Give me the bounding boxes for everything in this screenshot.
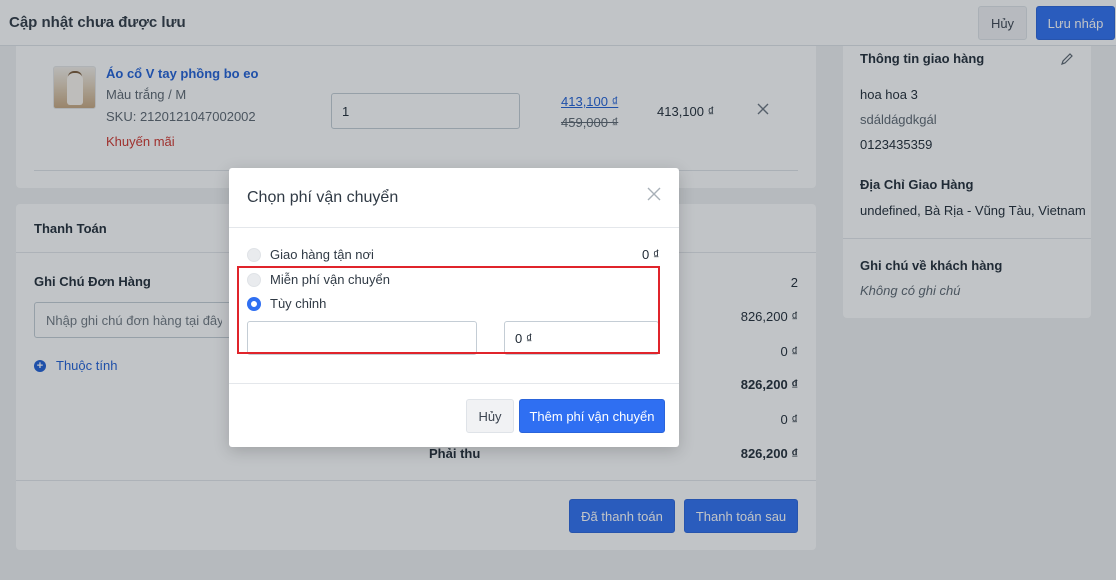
modal-title: Chọn phí vận chuyển [247, 189, 399, 206]
modal-cancel-button[interactable]: Hủy [466, 399, 514, 433]
option-label: Tùy chỉnh [270, 296, 327, 311]
option-label: Miễn phí vận chuyển [270, 272, 390, 287]
divider [229, 227, 679, 228]
custom-fee-name-input[interactable] [247, 321, 477, 355]
add-shipping-fee-button[interactable]: Thêm phí vận chuyển [519, 399, 665, 433]
radio-button-checked[interactable] [247, 296, 261, 311]
divider [229, 383, 679, 384]
option-free-shipping[interactable]: Miễn phí vận chuyển [247, 272, 390, 287]
home-delivery-price: 0 ₫ [642, 247, 660, 262]
custom-fee-value-input[interactable] [504, 321, 659, 355]
radio-button[interactable] [247, 272, 261, 287]
option-label: Giao hàng tận nơi [270, 247, 374, 262]
close-icon[interactable] [646, 186, 662, 202]
shipping-fee-modal: Chọn phí vận chuyển Giao hàng tận nơi 0 … [229, 168, 679, 447]
option-home-delivery[interactable]: Giao hàng tận nơi [247, 247, 374, 262]
option-custom[interactable]: Tùy chỉnh [247, 296, 326, 311]
radio-button[interactable] [247, 247, 261, 262]
